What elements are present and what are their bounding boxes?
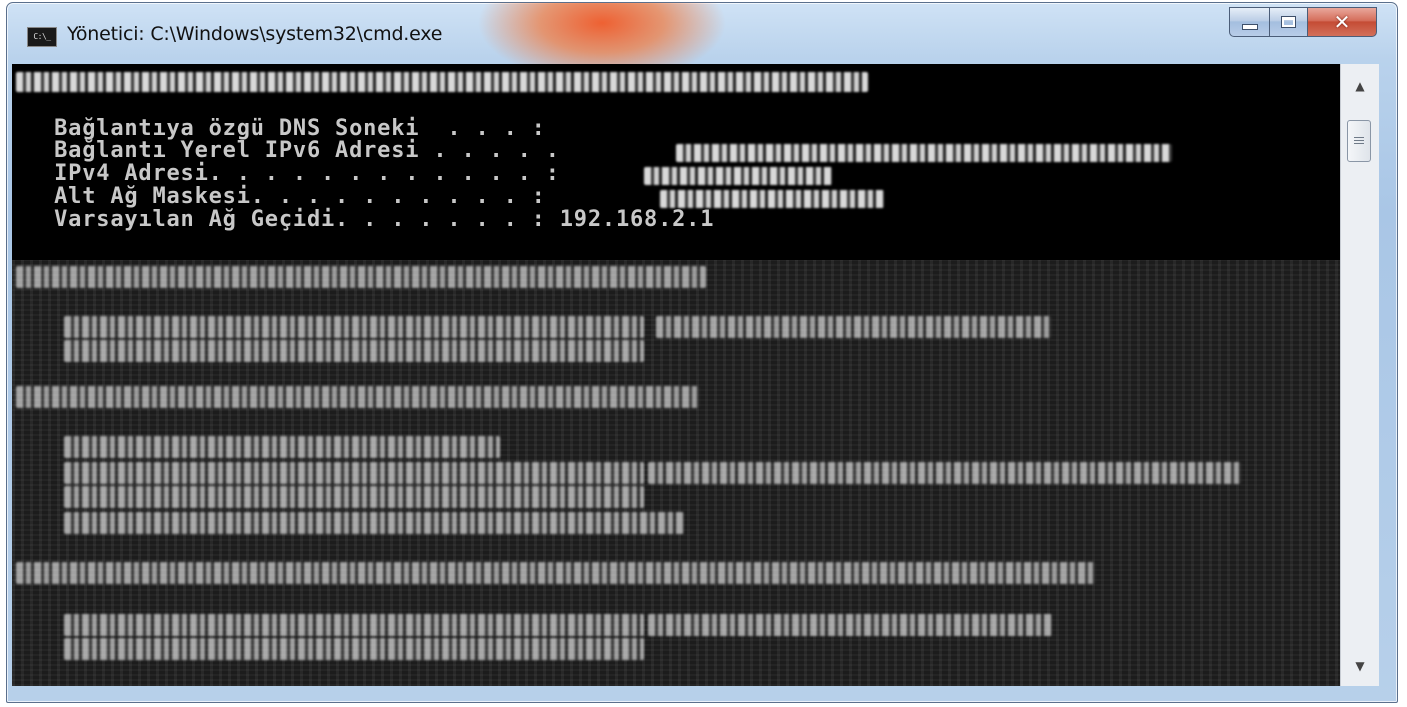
redacted-text <box>64 340 644 362</box>
maximize-button[interactable] <box>1269 7 1307 37</box>
redacted-text <box>644 167 832 185</box>
console-line: Bağlantı Yerel IPv6 Adresi . . . . . <box>12 138 560 163</box>
scroll-down-icon[interactable]: ▼ <box>1341 648 1379 684</box>
redacted-text <box>648 614 1052 636</box>
redacted-text <box>16 266 706 288</box>
redacted-text <box>660 190 884 208</box>
redacted-text <box>64 512 684 534</box>
redacted-text <box>648 462 1242 484</box>
redacted-text <box>64 436 500 458</box>
grip-icon <box>1354 136 1364 146</box>
window-controls: ✕ <box>1229 7 1377 39</box>
console-line: Varsayılan Ağ Geçidi. . . . . . . : 192.… <box>12 207 715 232</box>
vertical-scrollbar[interactable]: ▲ ▼ <box>1340 64 1379 686</box>
redacted-text <box>64 462 644 484</box>
scroll-thumb[interactable] <box>1347 120 1371 162</box>
redacted-text <box>676 144 1172 162</box>
redacted-text <box>64 316 644 338</box>
redacted-text <box>16 562 1096 584</box>
redacted-text <box>64 638 644 660</box>
console-line: IPv4 Adresi. . . . . . . . . . . . : <box>12 161 560 186</box>
console-output[interactable]: Bağlantıya özgü DNS Soneki . . . : Bağla… <box>12 64 1340 686</box>
redacted-text <box>64 486 644 508</box>
console-line: Alt Ağ Maskesi. . . . . . . . . . : <box>12 184 546 209</box>
close-icon: ✕ <box>1333 10 1351 34</box>
redacted-text <box>656 316 1052 338</box>
scroll-up-icon[interactable]: ▲ <box>1341 68 1379 104</box>
minimize-button[interactable] <box>1229 7 1269 37</box>
minimize-icon <box>1241 24 1258 30</box>
obscured-region <box>12 260 1340 686</box>
redacted-text <box>64 614 644 636</box>
window-title: Yönetici: C:\Windows\system32\cmd.exe <box>67 23 443 45</box>
redacted-text <box>16 72 868 92</box>
redacted-text <box>16 386 700 408</box>
title-bar[interactable]: C:\_ Yönetici: C:\Windows\system32\cmd.e… <box>7 3 1397 65</box>
maximize-icon <box>1281 16 1296 28</box>
cmd-icon[interactable]: C:\_ <box>27 27 57 47</box>
close-button[interactable]: ✕ <box>1307 7 1377 37</box>
